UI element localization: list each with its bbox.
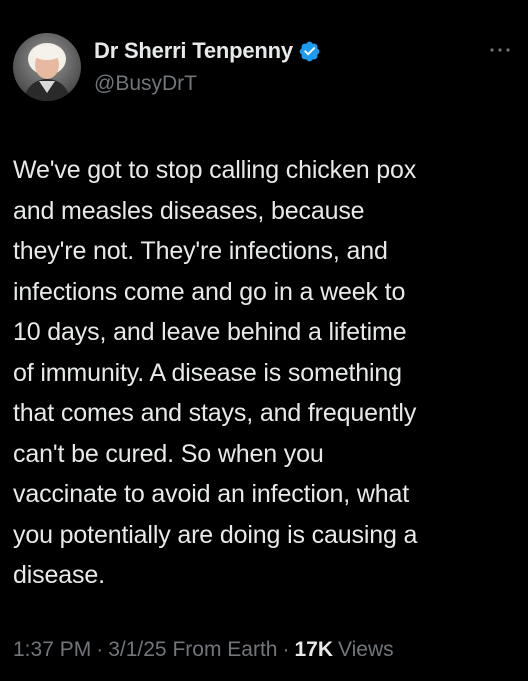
author-display-name[interactable]: Dr Sherri Tenpenny — [94, 38, 293, 64]
views-label: Views — [338, 638, 394, 661]
author-name-row: Dr Sherri Tenpenny — [94, 38, 321, 64]
tweet-card: Dr Sherri Tenpenny @BusyDrT We've got to… — [0, 0, 528, 681]
meta-separator: · — [282, 638, 290, 661]
more-options-icon[interactable] — [483, 38, 517, 62]
tweet-date-location: 3/1/25 From Earth — [108, 638, 278, 661]
tweet-metadata: 1:37 PM · 3/1/25 From Earth · 17K Views — [13, 638, 394, 662]
avatar[interactable] — [13, 33, 81, 101]
tweet-timestamp[interactable]: 1:37 PM — [13, 638, 91, 662]
tweet-text: We've got to stop calling chicken pox an… — [13, 156, 418, 589]
meta-separator: · — [96, 638, 104, 661]
views-count[interactable]: 17K — [294, 638, 333, 662]
verified-badge-icon[interactable] — [298, 40, 321, 63]
author-handle[interactable]: @BusyDrT — [94, 72, 197, 96]
